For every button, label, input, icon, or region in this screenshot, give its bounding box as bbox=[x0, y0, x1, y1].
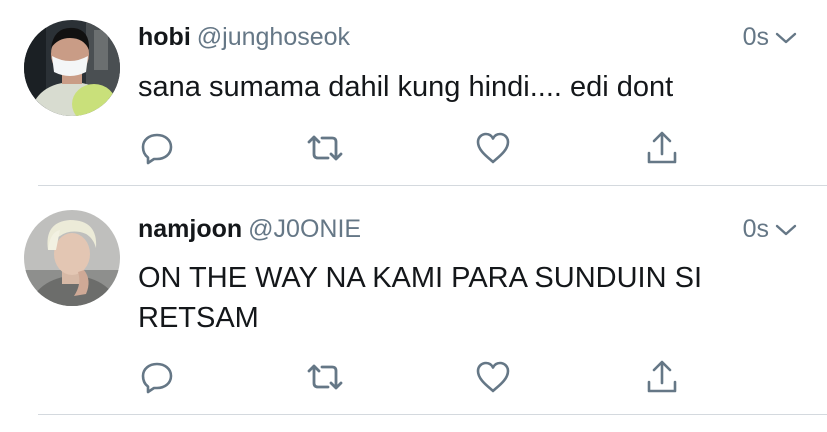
display-name[interactable]: namjoon bbox=[138, 215, 242, 243]
person-blonde-avatar-icon bbox=[24, 210, 120, 306]
reply-button[interactable] bbox=[137, 128, 177, 168]
chevron-down-icon[interactable] bbox=[775, 214, 797, 244]
time-text: 0s bbox=[742, 215, 769, 243]
reply-icon bbox=[141, 133, 173, 165]
chevron-down-icon[interactable] bbox=[775, 22, 797, 52]
time-text: 0s bbox=[742, 23, 769, 51]
retweet-icon bbox=[307, 135, 343, 161]
user-handle[interactable]: @junghoseok bbox=[197, 23, 350, 51]
like-button[interactable] bbox=[473, 357, 513, 397]
timestamp: 0s bbox=[743, 214, 797, 244]
reply-button[interactable] bbox=[137, 357, 177, 397]
retweet-button[interactable] bbox=[305, 128, 345, 168]
tweet-actions bbox=[0, 128, 827, 168]
display-name[interactable]: hobi bbox=[138, 23, 191, 51]
tweet[interactable]: namjoon @J0ONIE 0s ON THE WAY NA KAMI PAR… bbox=[0, 186, 827, 432]
like-icon bbox=[476, 132, 510, 164]
tweet-text: ON THE WAY NA KAMI PARA SUNDUIN SI RETSA… bbox=[138, 262, 702, 334]
tweet-actions bbox=[0, 357, 827, 397]
tweet[interactable]: hobi @junghoseok 0s sana sumama dahil kun… bbox=[0, 0, 827, 186]
user-handle[interactable]: @J0ONIE bbox=[248, 215, 361, 243]
person-mask-avatar-icon bbox=[24, 20, 120, 116]
timestamp: 0s bbox=[743, 22, 797, 52]
share-button[interactable] bbox=[642, 128, 682, 168]
avatar[interactable] bbox=[24, 210, 120, 306]
like-icon bbox=[476, 361, 510, 393]
reply-icon bbox=[141, 362, 173, 394]
share-button[interactable] bbox=[642, 357, 682, 397]
share-icon bbox=[647, 360, 677, 393]
like-button[interactable] bbox=[473, 128, 513, 168]
divider bbox=[38, 414, 827, 415]
avatar[interactable] bbox=[24, 20, 120, 116]
tweet-text: sana sumama dahil kung hindi.... edi don… bbox=[138, 71, 674, 103]
retweet-icon bbox=[307, 364, 343, 390]
share-icon bbox=[647, 131, 677, 164]
retweet-button[interactable] bbox=[305, 357, 345, 397]
